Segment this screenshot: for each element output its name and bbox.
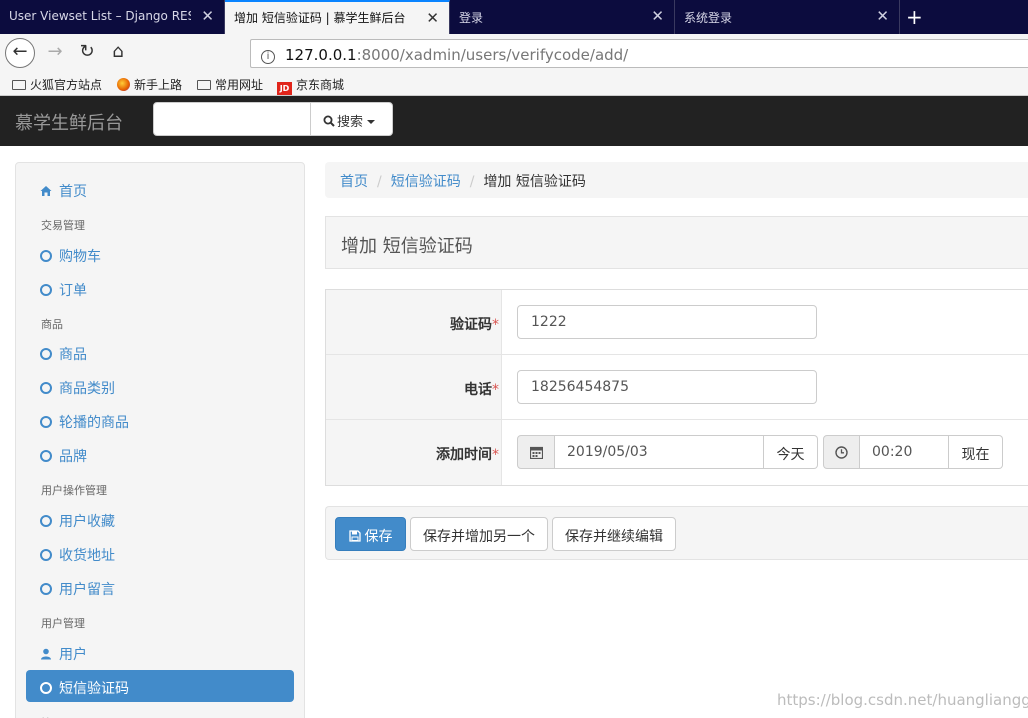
time-input[interactable]: 00:20 — [860, 435, 949, 469]
sidebar-item-cart[interactable]: 购物车 — [26, 238, 294, 270]
bookmark-item[interactable]: 新手上路 — [117, 76, 182, 93]
sidebar-item-user-messages[interactable]: 用户留言 — [26, 571, 294, 603]
folder-icon — [12, 80, 26, 90]
circle-icon — [40, 549, 52, 561]
required-mark: * — [492, 382, 499, 398]
row-divider — [326, 354, 1028, 355]
submit-bar: 保存 保存并增加另一个 保存并继续编辑 — [325, 506, 1028, 560]
brand-title[interactable]: 慕学生鲜后台 — [15, 109, 123, 135]
reload-icon[interactable]: ↻ — [72, 38, 102, 68]
sidebar-item-goods[interactable]: 商品 — [26, 336, 294, 368]
bookmark-item[interactable]: 常用网址 — [197, 76, 263, 93]
circle-icon — [40, 450, 52, 462]
sidebar-item-addresses[interactable]: 收货地址 — [26, 537, 294, 569]
tab-title: 系统登录 — [684, 11, 733, 25]
search-icon — [323, 115, 335, 127]
breadcrumb: 首页 / 短信验证码 / 增加 短信验证码 — [325, 162, 1028, 198]
code-label: 验证码* — [450, 317, 499, 333]
app-header: 慕学生鲜后台 搜索 — [0, 96, 1028, 146]
circle-icon — [40, 583, 52, 595]
circle-icon — [40, 348, 52, 360]
phone-input[interactable]: 18256454875 — [517, 370, 817, 404]
tab-title: User Viewset List – Django REST — [9, 9, 191, 23]
close-icon[interactable]: ✕ — [201, 7, 214, 25]
now-button[interactable]: 现在 — [949, 435, 1003, 469]
search-button[interactable]: 搜索 — [310, 102, 393, 136]
clock-icon — [823, 435, 860, 469]
sidebar-group-header: 交易管理 — [41, 219, 85, 232]
browser-tab-active[interactable]: 增加 短信验证码 | 慕学生鲜后台 ✕ — [225, 0, 450, 34]
row-divider — [326, 419, 1028, 420]
tab-title: 登录 — [459, 11, 484, 25]
sidebar-item-home[interactable]: 首页 — [26, 173, 294, 205]
breadcrumb-separator: / — [469, 174, 475, 190]
save-and-add-another-button[interactable]: 保存并增加另一个 — [410, 517, 548, 551]
close-icon[interactable]: ✕ — [426, 9, 439, 27]
browser-nav-bar: ← → ↻ ⌂ i 127.0.0.1:8000/xadmin/users/ver… — [0, 34, 1028, 72]
sidebar-item-users[interactable]: 用户 — [26, 636, 294, 668]
home-icon — [40, 186, 52, 196]
bookmark-item[interactable]: 火狐官方站点 — [12, 76, 102, 93]
browser-tab[interactable]: 系统登录 ✕ — [675, 0, 900, 34]
sidebar-group-header: 商品 — [41, 318, 63, 331]
browser-tab[interactable]: User Viewset List – Django REST ✕ — [0, 0, 225, 34]
info-icon[interactable]: i — [261, 50, 275, 64]
floppy-icon — [348, 530, 361, 542]
circle-icon — [40, 416, 52, 428]
add-form: 验证码* 1222 电话* 18256454875 添加时间* 2019/05/… — [325, 289, 1028, 486]
required-mark: * — [492, 447, 499, 463]
caret-down-icon — [367, 120, 376, 124]
page-title: 增加 短信验证码 — [325, 216, 1028, 269]
date-input[interactable]: 2019/05/03 — [555, 435, 764, 469]
required-mark: * — [492, 317, 499, 333]
breadcrumb-section[interactable]: 短信验证码 — [391, 174, 461, 190]
url-bar[interactable]: i 127.0.0.1:8000/xadmin/users/verifycode/… — [250, 39, 1028, 68]
home-icon[interactable]: ⌂ — [103, 38, 133, 68]
sidebar-group-header: 用户操作管理 — [41, 484, 107, 497]
tab-title: 增加 短信验证码 | 慕学生鲜后台 — [234, 11, 406, 25]
circle-icon — [40, 682, 52, 694]
folder-icon — [197, 80, 211, 90]
forward-arrow-icon[interactable]: → — [40, 38, 70, 68]
save-button[interactable]: 保存 — [335, 517, 406, 551]
breadcrumb-current: 增加 短信验证码 — [483, 174, 586, 190]
circle-icon — [40, 284, 52, 296]
circle-icon — [40, 382, 52, 394]
new-tab-button[interactable]: + — [906, 5, 923, 29]
circle-icon — [40, 515, 52, 527]
code-input[interactable]: 1222 — [517, 305, 817, 339]
user-icon — [41, 648, 51, 660]
sidebar-item-sms-codes[interactable]: 短信验证码 — [26, 670, 294, 702]
bookmark-item[interactable]: JD 京东商城 — [277, 76, 344, 95]
back-arrow-icon[interactable]: ← — [5, 38, 35, 68]
url-host: 127.0.0.1 — [285, 46, 357, 64]
close-icon[interactable]: ✕ — [876, 7, 889, 25]
today-button[interactable]: 今天 — [764, 435, 818, 469]
save-and-continue-button[interactable]: 保存并继续编辑 — [552, 517, 676, 551]
calendar-icon — [517, 435, 555, 469]
sidebar-item-user-favorites[interactable]: 用户收藏 — [26, 503, 294, 535]
sidebar-item-brand[interactable]: 品牌 — [26, 438, 294, 470]
phone-label: 电话* — [464, 382, 499, 398]
sidebar: 首页 交易管理 购物车 订单 商品 商品 商品类别 轮播的商品 品牌 用户操作管… — [15, 162, 305, 718]
add-time-label: 添加时间* — [436, 447, 499, 463]
firefox-icon — [117, 78, 130, 91]
watermark-text: https://blog.csdn.net/huangliangggu — [777, 691, 1028, 709]
sidebar-group-header: 用户管理 — [41, 617, 85, 630]
sidebar-item-orders[interactable]: 订单 — [26, 272, 294, 304]
sidebar-item-banner-goods[interactable]: 轮播的商品 — [26, 404, 294, 436]
circle-icon — [40, 250, 52, 262]
breadcrumb-home[interactable]: 首页 — [340, 174, 368, 190]
search-input[interactable] — [153, 102, 311, 136]
close-icon[interactable]: ✕ — [651, 7, 664, 25]
browser-tab-bar: User Viewset List – Django REST ✕ 增加 短信验… — [0, 0, 1028, 34]
url-path: :8000/xadmin/users/verifycode/add/ — [356, 46, 629, 64]
bookmarks-toolbar: 火狐官方站点 新手上路 常用网址 JD 京东商城 — [0, 72, 1028, 96]
jd-logo-icon: JD — [277, 82, 292, 95]
browser-tab[interactable]: 登录 ✕ — [450, 0, 675, 34]
sidebar-item-goods-category[interactable]: 商品类别 — [26, 370, 294, 402]
breadcrumb-separator: / — [377, 174, 382, 190]
